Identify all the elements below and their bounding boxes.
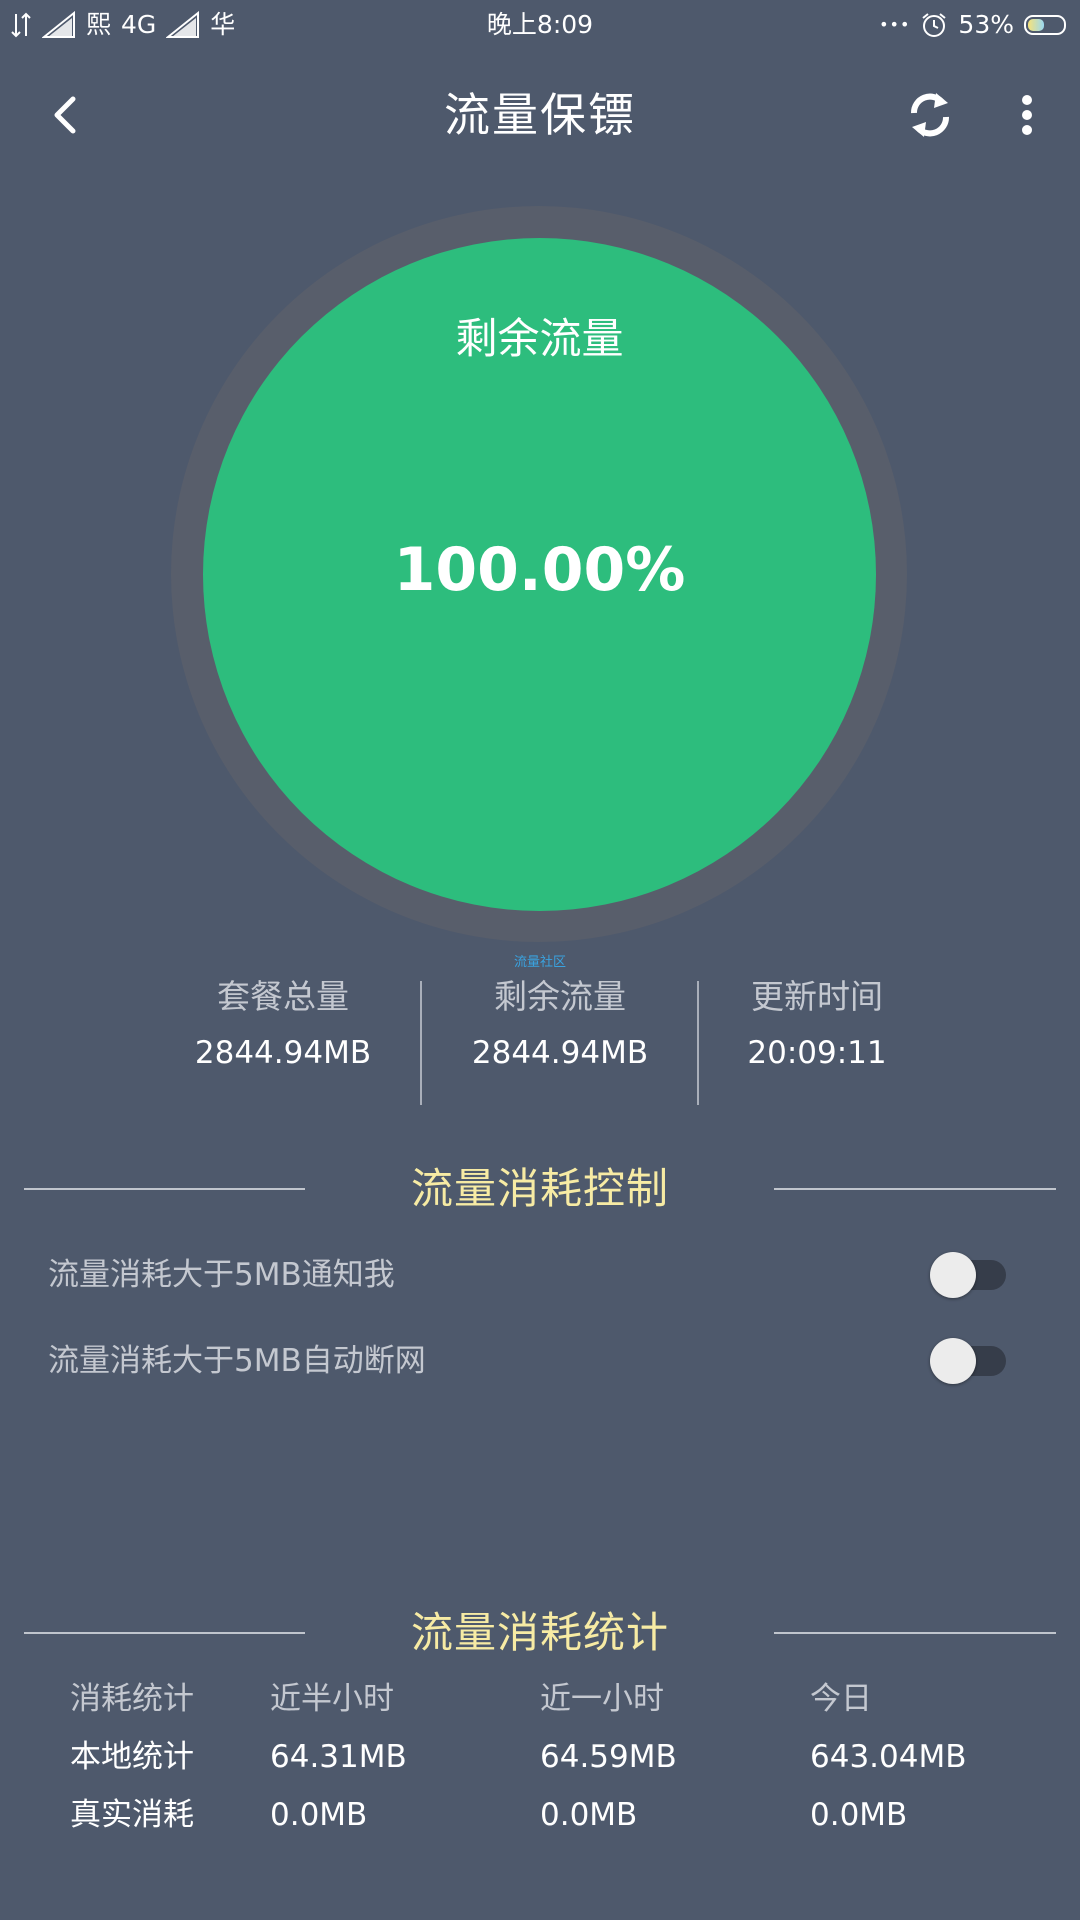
- status-right: ••• 53%: [879, 8, 1066, 42]
- stat-value: 20:09:11: [747, 1035, 887, 1071]
- battery-icon: [1024, 15, 1066, 35]
- table-cell: 真实消耗: [70, 1797, 194, 1833]
- more-options-button[interactable]: [1002, 80, 1052, 150]
- stat-value: 2844.94MB: [471, 1035, 649, 1071]
- stat-label: 套餐总量: [217, 977, 349, 1016]
- summary-stats: 套餐总量 2844.94MB 剩余流量 2844.94MB 更新时间 20:09…: [0, 975, 1080, 1105]
- statistics-section-header: 流量消耗统计: [0, 1603, 1080, 1663]
- back-button[interactable]: [30, 85, 100, 145]
- carrier-1: 熙: [86, 10, 112, 39]
- stat-update-time: 更新时间 20:09:11: [677, 975, 957, 1075]
- signal-strength-icon-2: [166, 11, 200, 38]
- table-header-cell: 今日: [810, 1681, 872, 1717]
- table-header-row: 消耗统计 近半小时 近一小时 今日: [0, 1670, 1080, 1728]
- status-left: 熙 4G 华: [10, 8, 235, 42]
- table-cell: 643.04MB: [810, 1739, 967, 1775]
- refresh-button[interactable]: [895, 80, 965, 150]
- notify-toggle-row: 流量消耗大于5MB通知我: [0, 1240, 1080, 1310]
- watermark: 流量社区: [513, 955, 566, 970]
- toggle-knob: [930, 1252, 976, 1298]
- gauge-percent: 100.00%: [393, 535, 686, 605]
- table-cell: 0.0MB: [540, 1797, 638, 1833]
- alarm-icon: [922, 13, 947, 37]
- disconnect-toggle-label: 流量消耗大于5MB自动断网: [48, 1343, 426, 1379]
- signal-strength-icon: [42, 11, 75, 38]
- table-row: 真实消耗 0.0MB 0.0MB 0.0MB: [0, 1786, 1080, 1844]
- table-cell: 本地统计: [70, 1739, 194, 1775]
- status-bar: 熙 4G 华 晚上8:09 ••• 53%: [0, 0, 1080, 52]
- consumption-table: 消耗统计 近半小时 近一小时 今日 本地统计 64.31MB 64.59MB 6…: [0, 1670, 1080, 1844]
- table-row: 本地统计 64.31MB 64.59MB 643.04MB: [0, 1728, 1080, 1786]
- table-cell: 64.31MB: [270, 1739, 407, 1775]
- stat-remaining: 剩余流量 2844.94MB: [420, 975, 700, 1075]
- stat-value: 2844.94MB: [194, 1035, 372, 1071]
- stat-total: 套餐总量 2844.94MB: [143, 975, 423, 1075]
- table-cell: 0.0MB: [810, 1797, 908, 1833]
- stat-label: 剩余流量: [494, 977, 626, 1016]
- chevron-left-icon: [54, 96, 76, 134]
- table-cell: 0.0MB: [270, 1797, 368, 1833]
- battery-percent: 53%: [958, 10, 1014, 39]
- table-header-cell: 近半小时: [270, 1681, 394, 1717]
- section-divider-right: [774, 1188, 1056, 1190]
- toggle-knob: [930, 1338, 976, 1384]
- stat-label: 更新时间: [751, 977, 883, 1016]
- battery-level: [1028, 19, 1045, 31]
- notify-toggle-switch[interactable]: [930, 1252, 1006, 1298]
- carrier-2: 华: [210, 10, 236, 39]
- control-section-header: 流量消耗控制: [0, 1159, 1080, 1219]
- disconnect-toggle-row: 流量消耗大于5MB自动断网: [0, 1326, 1080, 1396]
- disconnect-toggle-switch[interactable]: [930, 1338, 1006, 1384]
- table-header-cell: 消耗统计: [70, 1681, 194, 1717]
- toolbar: 流量保镖: [0, 60, 1080, 170]
- table-header-cell: 近一小时: [540, 1681, 664, 1717]
- more-notifications-icon: •••: [879, 15, 911, 34]
- gauge-label: 剩余流量: [455, 314, 624, 363]
- data-activity-icon: [11, 12, 31, 38]
- notify-toggle-label: 流量消耗大于5MB通知我: [48, 1257, 395, 1293]
- network-type: 4G: [121, 10, 157, 39]
- section-divider-right: [774, 1632, 1056, 1634]
- app-screen: 熙 4G 华 晚上8:09 ••• 53% 流量保镖 剩余流量 100.00% …: [0, 0, 1080, 1920]
- more-vertical-icon: [1022, 95, 1032, 135]
- refresh-icon: [910, 93, 950, 137]
- table-cell: 64.59MB: [540, 1739, 677, 1775]
